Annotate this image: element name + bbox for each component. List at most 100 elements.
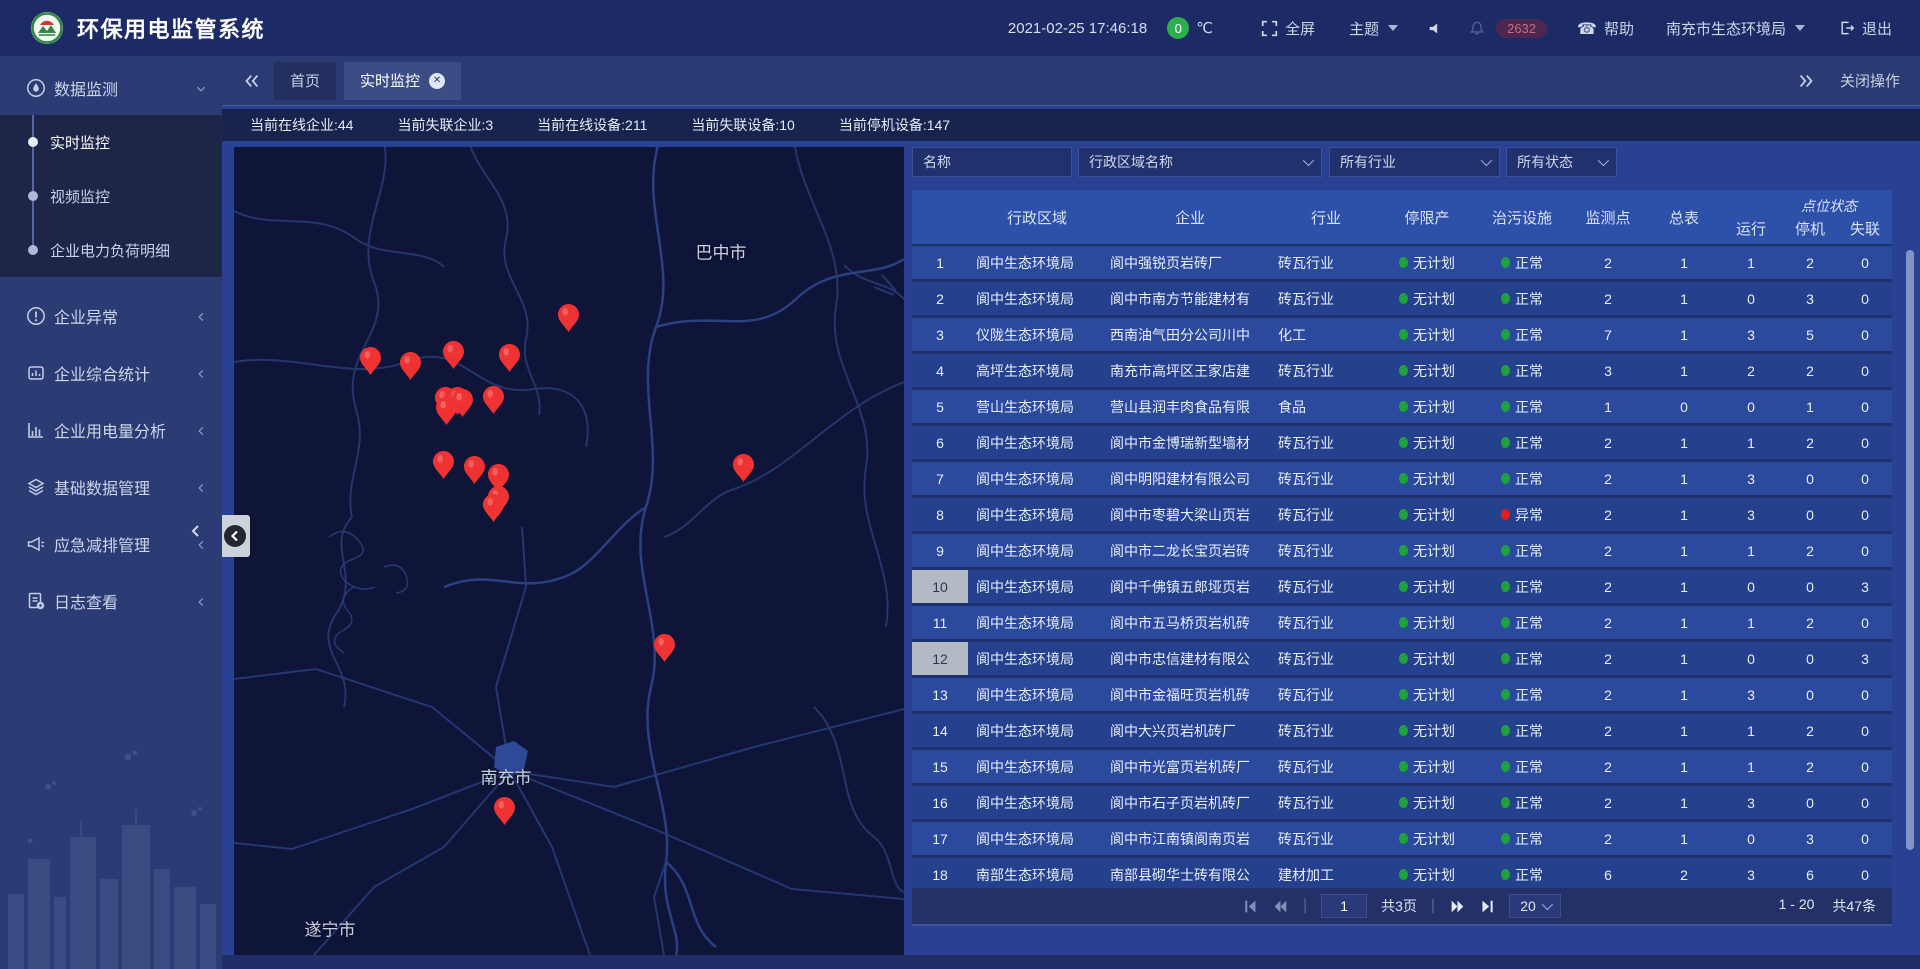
cell-company: 西南油气田分公司川中 <box>1106 318 1274 351</box>
sidebar-item-realtime-monitoring[interactable]: 实时监控 <box>0 115 222 169</box>
normal-dot-icon <box>1399 293 1408 304</box>
cell-meter: 1 <box>1648 534 1720 567</box>
map-canvas[interactable]: 巴中市南充市遂宁市 <box>234 147 904 955</box>
name-filter-input[interactable] <box>923 154 1061 170</box>
cell-run: 0 <box>1720 390 1782 423</box>
map-marker-pin[interactable] <box>464 456 485 484</box>
stat-value: 3 <box>485 117 493 133</box>
tab-close-icon[interactable]: ✕ <box>429 73 445 89</box>
table-row[interactable]: 6阆中生态环境局阆中市金博瑞新型墙材砖瓦行业无计划正常21120 <box>912 426 1892 462</box>
page-number-input[interactable] <box>1321 894 1367 918</box>
cell-meter: 1 <box>1648 678 1720 711</box>
map-marker-pin[interactable] <box>483 386 504 414</box>
normal-dot-icon <box>1399 689 1408 700</box>
sound-button[interactable] <box>1428 21 1443 36</box>
tabs-scroll-left-button[interactable] <box>244 74 260 88</box>
table-row[interactable]: 7阆中生态环境局阆中明阳建材有限公司砖瓦行业无计划正常21300 <box>912 462 1892 498</box>
map-marker-pin[interactable] <box>499 344 520 372</box>
normal-dot-icon <box>1399 329 1408 340</box>
map-marker-pin[interactable] <box>494 797 515 825</box>
cell-points: 2 <box>1568 786 1648 819</box>
status-filter-select[interactable]: 所有状态 <box>1506 147 1617 177</box>
cell-industry: 食品 <box>1274 390 1378 423</box>
table-row[interactable]: 15阆中生态环境局阆中市光富页岩机砖厂砖瓦行业无计划正常21120 <box>912 750 1892 786</box>
table-row[interactable]: 9阆中生态环境局阆中市二龙长宝页岩砖砖瓦行业无计划正常21120 <box>912 534 1892 570</box>
total-items-label: 共47条 <box>1832 896 1876 916</box>
previous-page-button[interactable] <box>1272 899 1289 914</box>
first-page-button[interactable] <box>1243 899 1258 914</box>
table-row[interactable]: 14阆中生态环境局阆中大兴页岩机砖厂砖瓦行业无计划正常21120 <box>912 714 1892 750</box>
sidebar-item-enterprise-abnormal[interactable]: 企业异常 <box>0 289 222 343</box>
sidebar-item-video-monitoring[interactable]: 视频监控 <box>0 169 222 223</box>
table-row[interactable]: 2阆中生态环境局阆中市南方节能建材有砖瓦行业无计划正常21030 <box>912 282 1892 318</box>
row-index: 2 <box>912 282 968 315</box>
map-marker-pin[interactable] <box>483 494 504 522</box>
stat-label: 当前在线企业: <box>250 115 338 135</box>
map-marker-pin[interactable] <box>558 304 579 332</box>
table-row[interactable]: 12阆中生态环境局阆中市忠信建材有限公砖瓦行业无计划正常21003 <box>912 642 1892 678</box>
theme-menu[interactable]: 主题 <box>1349 18 1398 39</box>
table-row[interactable]: 18南部生态环境局南部县砌华士砖有限公建材加工无计划正常62360 <box>912 858 1892 888</box>
normal-dot-icon <box>1399 653 1408 664</box>
sidebar-item-data-monitoring[interactable]: 数据监测 <box>0 61 222 115</box>
table-scrollbar[interactable] <box>1906 250 1914 850</box>
map-marker-pin[interactable] <box>436 397 457 425</box>
table-row[interactable]: 1阆中生态环境局阆中强锐页岩砖厂砖瓦行业无计划正常21120 <box>912 246 1892 282</box>
normal-dot-icon <box>1501 545 1510 556</box>
org-menu[interactable]: 南充市生态环境局 <box>1666 18 1805 39</box>
stat-item: 当前在线企业: 44 <box>250 115 353 135</box>
col-region: 行政区域 <box>968 190 1106 244</box>
last-page-button[interactable] <box>1480 899 1495 914</box>
close-operations-button[interactable]: 关闭操作 <box>1840 70 1900 91</box>
map-marker-pin[interactable] <box>443 341 464 369</box>
table-row[interactable]: 10阆中生态环境局阆中千佛镇五郎垭页岩砖瓦行业无计划正常21003 <box>912 570 1892 606</box>
table-row[interactable]: 4高坪生态环境局南充市高坪区王家店建砖瓦行业无计划正常31220 <box>912 354 1892 390</box>
sidebar-item-emergency-reduction[interactable]: 应急减排管理 <box>0 517 222 571</box>
table-row[interactable]: 11阆中生态环境局阆中市五马桥页岩机砖砖瓦行业无计划正常21120 <box>912 606 1892 642</box>
cell-company: 阆中明阳建材有限公司 <box>1106 462 1274 495</box>
cell-lost: 0 <box>1838 786 1892 819</box>
map-collapse-button[interactable] <box>220 515 250 557</box>
logout-button[interactable]: 退出 <box>1839 18 1892 39</box>
row-index: 10 <box>912 570 968 603</box>
table-row[interactable]: 16阆中生态环境局阆中市石子页岩机砖厂砖瓦行业无计划正常21300 <box>912 786 1892 822</box>
cell-industry: 化工 <box>1274 318 1378 351</box>
table-row[interactable]: 13阆中生态环境局阆中市金福旺页岩机砖砖瓦行业无计划正常21300 <box>912 678 1892 714</box>
normal-dot-icon <box>1501 833 1510 844</box>
cell-stop: 0 <box>1782 642 1838 675</box>
table-row[interactable]: 5营山生态环境局营山县润丰肉食品有限食品无计划正常10010 <box>912 390 1892 426</box>
help-button[interactable]: ☎ 帮助 <box>1577 18 1634 39</box>
cell-facility-status: 正常 <box>1476 426 1568 459</box>
cell-run: 2 <box>1720 354 1782 387</box>
table-row[interactable]: 17阆中生态环境局阆中市江南镇阆南页岩砖瓦行业无计划正常21030 <box>912 822 1892 858</box>
page-size-select[interactable]: 20 <box>1509 894 1561 918</box>
map-marker-pin[interactable] <box>360 347 381 375</box>
cell-industry: 砖瓦行业 <box>1274 498 1378 531</box>
tab-home[interactable]: 首页 <box>274 62 336 100</box>
cell-region: 阆中生态环境局 <box>968 534 1106 567</box>
tab-realtime-monitoring[interactable]: 实时监控 ✕ <box>344 62 461 100</box>
next-page-button[interactable] <box>1449 899 1466 914</box>
sidebar-item-power-load-detail[interactable]: 企业电力负荷明细 <box>0 223 222 277</box>
map-marker-pin[interactable] <box>433 451 454 479</box>
table-row[interactable]: 8阆中生态环境局阆中市枣碧大梁山页岩砖瓦行业无计划异常21300 <box>912 498 1892 534</box>
cell-points: 7 <box>1568 318 1648 351</box>
sidebar-item-enterprise-statistics[interactable]: 企业综合统计 <box>0 346 222 400</box>
normal-dot-icon <box>1399 761 1408 772</box>
notifications-button[interactable]: 2632 <box>1469 19 1547 38</box>
sidebar-item-basic-data[interactable]: 基础数据管理 <box>0 460 222 514</box>
bullet-icon <box>28 245 38 255</box>
fullscreen-button[interactable]: 全屏 <box>1261 18 1315 39</box>
chevron-left-icon <box>195 595 207 607</box>
map-marker-pin[interactable] <box>400 352 421 380</box>
cell-industry: 砖瓦行业 <box>1274 354 1378 387</box>
table-row[interactable]: 3仪陇生态环境局西南油气田分公司川中化工无计划正常71350 <box>912 318 1892 354</box>
panel-collapse-chevron-icon[interactable] <box>190 524 202 543</box>
region-filter-select[interactable]: 行政区域名称 <box>1078 147 1322 177</box>
map-marker-pin[interactable] <box>654 634 675 662</box>
industry-filter-select[interactable]: 所有行业 <box>1329 147 1500 177</box>
sidebar-item-log-view[interactable]: 日志查看 <box>0 574 222 628</box>
sidebar-item-electricity-analysis[interactable]: 企业用电量分析 <box>0 403 222 457</box>
map-marker-pin[interactable] <box>733 454 754 482</box>
tabs-scroll-right-button[interactable] <box>1798 74 1814 88</box>
